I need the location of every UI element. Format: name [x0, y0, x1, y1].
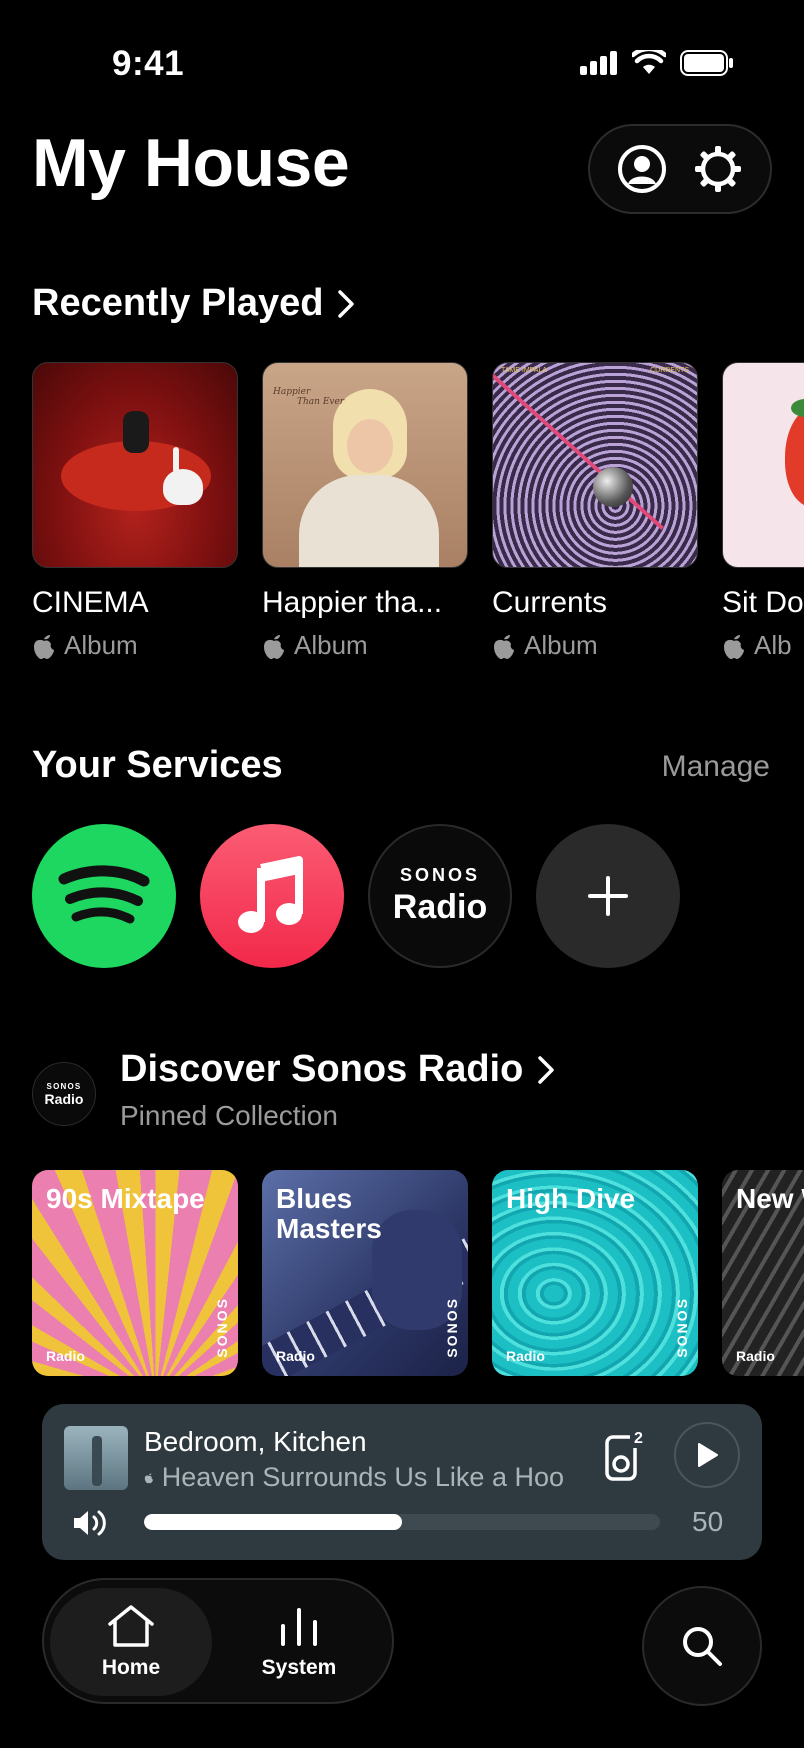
radio-label: Radio — [392, 888, 488, 926]
recently-played-title: Recently Played — [32, 282, 324, 324]
status-icons — [580, 50, 734, 76]
apple-music-service-button[interactable] — [200, 824, 344, 968]
spotify-icon — [58, 865, 150, 924]
album-subtitle: Alb — [722, 630, 804, 661]
play-button[interactable] — [674, 1422, 740, 1488]
settings-button[interactable] — [690, 141, 746, 197]
wifi-icon — [632, 50, 666, 74]
album-subtitle: Album — [262, 630, 468, 661]
settings-icon — [695, 146, 741, 192]
chevron-right-icon — [338, 289, 355, 318]
recently-played-row: CINEMA Album Happier Than Ever Happier t… — [32, 362, 804, 661]
apple-music-icon — [238, 856, 303, 933]
now-playing-art — [64, 1426, 128, 1490]
apple-icon — [144, 1473, 153, 1483]
album-title: Happier tha... — [262, 586, 443, 619]
album-art-happier-than-ever: Happier Than Ever — [262, 362, 468, 568]
album-card[interactable]: CINEMA Album — [32, 362, 238, 661]
album-art-sit-down — [722, 362, 804, 568]
volume-button[interactable] — [72, 1508, 110, 1543]
room-count-badge: 2 — [630, 1430, 647, 1448]
recently-played-header[interactable]: Recently Played — [32, 282, 355, 325]
page-title: My House — [32, 125, 350, 201]
search-icon — [683, 1627, 722, 1666]
sonos-radio-badge: SONOS Radio — [32, 1062, 96, 1126]
album-art-currents: TAME IMPALA CURRENTS — [492, 362, 698, 568]
play-icon — [698, 1443, 718, 1467]
volume-level: 50 — [692, 1506, 724, 1537]
radio-art-high-dive: High Dive Radio SONOS — [492, 1170, 698, 1376]
album-card[interactable]: Sit Do Alb — [722, 362, 804, 661]
apple-icon — [724, 634, 744, 659]
radio-art-new-wave: New Wave Radio — [722, 1170, 804, 1376]
profile-button[interactable] — [614, 141, 670, 197]
nav-system-label: System — [261, 1656, 337, 1679]
services-row: SONOS Radio — [32, 824, 680, 968]
radio-art-blues-masters: Blues Masters Radio SONOS — [262, 1170, 468, 1376]
album-subtitle: Album — [32, 630, 238, 661]
spotify-service-button[interactable] — [32, 824, 176, 968]
radio-station-card[interactable]: 90s Mixtape Radio SONOS — [32, 1170, 238, 1376]
chevron-right-icon — [538, 1055, 555, 1084]
your-services-title: Your Services — [32, 744, 283, 786]
album-subtitle: Album — [492, 630, 698, 661]
nav-system[interactable]: System — [218, 1588, 380, 1696]
volume-slider-fill — [144, 1514, 402, 1530]
add-service-button[interactable] — [536, 824, 680, 968]
nav-home-label: Home — [101, 1656, 161, 1679]
radio-station-card[interactable]: New Wave Radio — [722, 1170, 804, 1376]
now-playing-bar[interactable]: Bedroom, Kitchen Heaven Surrounds Us Lik… — [42, 1404, 762, 1560]
header-actions — [588, 124, 772, 214]
search-button[interactable] — [642, 1586, 762, 1706]
status-time: 9:41 — [112, 44, 185, 83]
now-playing-rooms: Bedroom, Kitchen — [144, 1426, 367, 1457]
nav-home[interactable]: Home — [50, 1588, 212, 1696]
profile-icon — [618, 145, 666, 193]
volume-slider[interactable] — [144, 1514, 660, 1530]
discover-title: Discover Sonos Radio — [120, 1048, 524, 1090]
manage-services-link[interactable]: Manage — [662, 750, 770, 784]
radio-station-card[interactable]: Blues Masters Radio SONOS — [262, 1170, 468, 1376]
volume-icon — [74, 1510, 106, 1536]
radio-station-card[interactable]: High Dive Radio SONOS — [492, 1170, 698, 1376]
plus-icon — [588, 876, 628, 916]
battery-icon — [680, 50, 733, 76]
bottom-nav: Home System — [42, 1578, 394, 1704]
sonos-radio-service-button[interactable]: SONOS Radio — [368, 824, 512, 968]
radio-art-90s-mixtape: 90s Mixtape Radio SONOS — [32, 1170, 238, 1376]
album-card[interactable]: TAME IMPALA CURRENTS Currents Album — [492, 362, 698, 661]
album-card[interactable]: Happier Than Ever Happier tha... Album — [262, 362, 468, 661]
apple-icon — [494, 634, 514, 659]
discover-subtitle: Pinned Collection — [120, 1100, 338, 1131]
discover-header[interactable]: Discover Sonos Radio — [120, 1048, 555, 1091]
apple-icon — [34, 634, 54, 659]
radio-stations-row: 90s Mixtape Radio SONOS Blues Masters Ra… — [32, 1170, 804, 1376]
cellular-signal-icon — [580, 51, 617, 75]
now-playing-track: Heaven Surrounds Us Like a Hoo — [144, 1462, 564, 1493]
album-art-cinema — [32, 362, 238, 568]
system-icon — [281, 1608, 317, 1646]
album-title: Currents — [492, 586, 608, 619]
album-title: Sit Do — [722, 586, 804, 619]
apple-icon — [264, 634, 284, 659]
album-title: CINEMA — [32, 586, 149, 619]
status-bar: 9:41 — [0, 0, 804, 120]
home-icon — [108, 1605, 154, 1647]
sonos-logo-text: SONOS — [399, 865, 480, 885]
